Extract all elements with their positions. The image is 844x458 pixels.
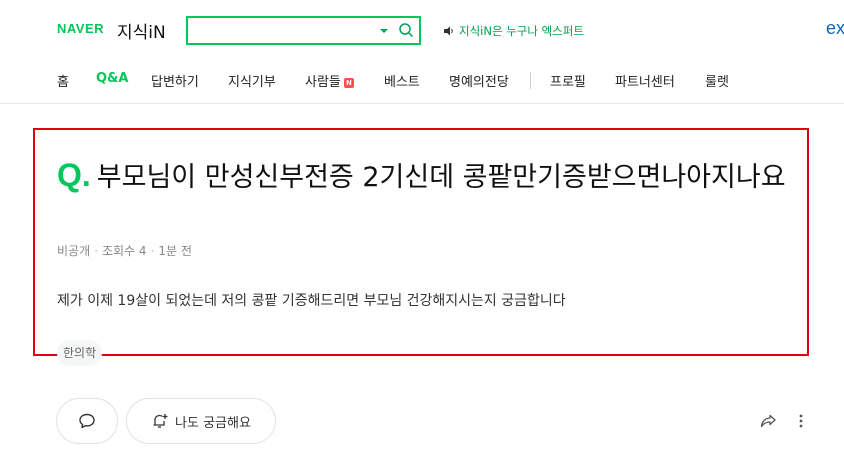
nav-item-donate[interactable]: 지식기부 [228,71,276,90]
search-input[interactable] [194,21,369,41]
post-time: 1분 전 [158,244,192,258]
curious-button-label: 나도 궁금해요 [175,415,251,431]
share-icon[interactable] [759,412,777,430]
nav-item-hall-of-fame[interactable]: 명예의전당 [449,71,509,90]
meta-separator: · [150,244,155,258]
nav-item-partner-center[interactable]: 파트너센터 [615,71,675,90]
speaker-icon [444,26,453,36]
curious-button[interactable]: 나도 궁금해요 [126,398,276,444]
view-count: 조회수 4 [101,244,147,258]
nav-item-home[interactable]: 홈 [57,71,69,90]
comment-button[interactable] [56,398,118,444]
question-actions: 나도 궁금해요 [0,398,844,444]
nav-item-roulette[interactable]: 룰렛 [705,71,729,90]
naver-logo[interactable]: NAVER [57,21,104,36]
nav-item-best[interactable]: 베스트 [384,71,420,90]
q-mark: Q. [57,157,91,193]
meta-separator: · [94,244,98,258]
nav-item-answer[interactable]: 답변하기 [151,71,199,90]
question-title-text: 부모님이 만성신부전증 2기신데 콩팥만기증받으면나아지나요 [96,162,786,193]
nav-item-people[interactable]: 사람들 N [305,71,354,90]
nav-divider [530,72,531,89]
search-box [186,16,421,45]
nav-item-qna[interactable]: Q&A [96,71,128,86]
question-body: 제가 이제 19살이 되었는데 저의 콩팥 기증해드리면 부모님 건강해지시는지… [57,293,566,309]
nav-item-people-label: 사람들 [305,75,341,90]
question-card: Q. 부모님이 만성신부전증 2기신데 콩팥만기증받으면나아지나요 비공개 · 조회수… [33,128,809,366]
bell-plus-icon [153,414,168,428]
author: 비공개 [57,244,91,258]
main-nav: 홈 Q&A 답변하기 지식기부 사람들 N 베스트 명예의전당 프로필 파트너센터… [0,60,844,104]
nav-item-profile[interactable]: 프로필 [550,71,586,90]
header: NAVER 지식iN 지식iN은 누구나 엑스퍼트 ex [0,0,844,60]
chevron-down-icon[interactable] [380,29,388,33]
expert-promo-link[interactable]: 지식iN은 누구나 엑스퍼트 [443,23,584,39]
promo-text: 지식iN은 누구나 엑스퍼트 [459,24,584,38]
more-vertical-icon[interactable] [796,412,806,430]
question-title: Q. 부모님이 만성신부전증 2기신데 콩팥만기증받으면나아지나요 [57,154,797,199]
question-meta: 비공개 · 조회수 4 · 1분 전 [57,242,192,259]
new-badge: N [343,78,354,88]
category-tag[interactable]: 한의학 [57,340,103,366]
search-icon[interactable] [398,22,414,38]
expert-link[interactable]: ex [826,18,844,39]
speech-bubble-icon [79,413,95,429]
kin-logo[interactable]: 지식iN [117,18,166,43]
